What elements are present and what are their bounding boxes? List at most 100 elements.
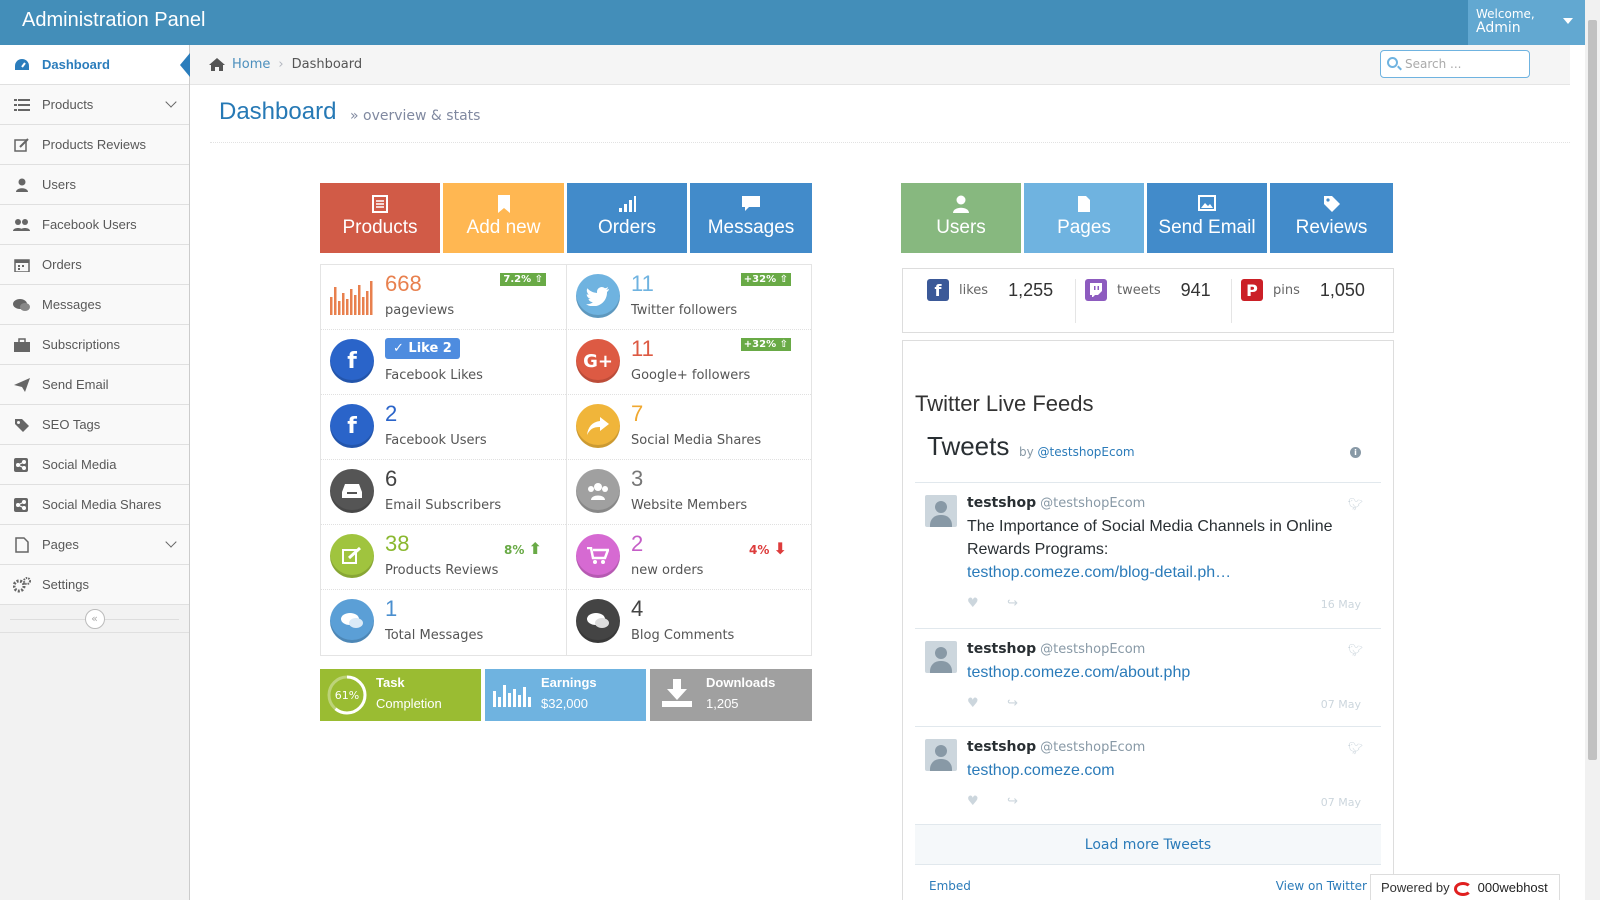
sidebar-item-seo-tags[interactable]: SEO Tags <box>0 405 189 445</box>
search-input[interactable]: Search ... <box>1380 50 1530 78</box>
sidebar-item-settings[interactable]: Settings <box>0 565 189 605</box>
timeline-title: Tweets <box>927 431 1010 461</box>
timeline-header: Tweets by @testshopEcom i <box>915 431 1381 483</box>
tweet-author[interactable]: testshop <box>967 495 1036 511</box>
twitter-feed-title: Twitter Live Feeds <box>915 391 1094 416</box>
sidebar-item-label: Messages <box>42 297 102 312</box>
avatar[interactable] <box>925 739 957 771</box>
tweet-author[interactable]: testshop <box>967 641 1036 657</box>
tweet-link[interactable]: testhop.comeze.com/about.php <box>967 661 1361 684</box>
infobox-title: Task <box>376 675 405 690</box>
stat-value: 11 <box>631 336 654 361</box>
tweet-handle[interactable]: @testshopEcom <box>1040 740 1145 755</box>
scrollbar-thumb[interactable] <box>1588 20 1597 760</box>
share-icon[interactable]: ↪ <box>1007 596 1018 611</box>
facebook-like-button[interactable]: ✓ Like 2 <box>385 338 460 359</box>
page-header: Dashboard » overview & stats <box>210 88 1570 143</box>
list-alt-icon <box>320 195 440 215</box>
navbar: Administration Panel Welcome, Admin <box>0 0 1585 45</box>
stat-badge: 7.2% ⇧ <box>500 273 546 286</box>
stat-label: Blog Comments <box>631 628 735 643</box>
shortcut-users-button[interactable]: Users <box>901 183 1021 253</box>
chevron-down-icon <box>165 536 177 548</box>
sidebar-item-products-reviews[interactable]: Products Reviews <box>0 125 189 165</box>
stat-label: Social Media Shares <box>631 433 762 448</box>
tweet-date[interactable]: 07 May <box>1321 796 1361 809</box>
share-arrow-icon <box>576 404 620 448</box>
tweet-handle[interactable]: @testshopEcom <box>1040 496 1145 511</box>
sidebar-item-pages[interactable]: Pages <box>0 525 189 565</box>
shortcut-send-email-button[interactable]: Send Email <box>1147 183 1267 253</box>
view-on-twitter-link[interactable]: View on Twitter <box>1276 879 1367 893</box>
load-more-tweets-button[interactable]: Load more Tweets <box>915 825 1381 865</box>
app-title[interactable]: Administration Panel <box>22 9 205 32</box>
page-subtitle: » overview & stats <box>350 108 481 124</box>
user-menu[interactable]: Welcome, Admin <box>1468 0 1585 45</box>
sidebar-item-social-media[interactable]: Social Media <box>0 445 189 485</box>
webhost-logo-icon <box>1453 881 1472 896</box>
social-pins[interactable]: P pins 1,050 <box>1241 279 1365 301</box>
shortcut-pages-button[interactable]: Pages <box>1024 183 1144 253</box>
twitter-bird-icon[interactable]: 🐦︎ <box>1348 643 1363 657</box>
shortcut-messages-button[interactable]: Messages <box>690 183 812 253</box>
stat-value: 38 <box>385 531 410 556</box>
sidebar-item-social-media-shares[interactable]: Social Media Shares <box>0 485 189 525</box>
timeline-handle-link[interactable]: @testshopEcom <box>1038 445 1135 459</box>
share-icon[interactable]: ↪ <box>1007 696 1018 711</box>
breadcrumb-home-link[interactable]: Home <box>232 57 270 72</box>
sidebar-item-messages[interactable]: Messages <box>0 285 189 325</box>
tweet-date[interactable]: 07 May <box>1321 698 1361 711</box>
users-icon <box>12 217 32 233</box>
sidebar-item-users[interactable]: Users <box>0 165 189 205</box>
twitter-bird-icon[interactable]: 🐦︎ <box>1348 741 1363 755</box>
social-label: likes <box>959 282 989 298</box>
sidebar-item-label: Products <box>42 97 94 112</box>
tweet-link[interactable]: testhop.comeze.com/blog-detail.ph… <box>967 561 1361 584</box>
page-scrollbar[interactable] <box>1585 0 1600 900</box>
avatar[interactable] <box>925 641 957 673</box>
embed-link[interactable]: Embed <box>929 879 971 893</box>
shortcut-reviews-button[interactable]: Reviews <box>1270 183 1393 253</box>
sidebar-item-facebook-users[interactable]: Facebook Users <box>0 205 189 245</box>
info-icon[interactable]: i <box>1350 447 1361 458</box>
tweet-link[interactable]: testhop.comeze.com <box>967 759 1361 782</box>
tweet-handle[interactable]: @testshopEcom <box>1040 642 1145 657</box>
infobox-value: $32,000 <box>541 696 588 711</box>
sidebar-item-dashboard[interactable]: Dashboard <box>0 45 190 85</box>
share-icon[interactable]: ↪ <box>1007 794 1018 809</box>
like-heart-icon[interactable]: ♥ <box>967 794 979 809</box>
social-label: tweets <box>1117 282 1161 298</box>
tweet-date[interactable]: 16 May <box>1321 598 1361 611</box>
share-icon <box>12 497 32 513</box>
powered-by-badge[interactable]: Powered by 000webhost <box>1370 874 1560 900</box>
twitch-icon <box>1085 279 1107 301</box>
tweet-author[interactable]: testshop <box>967 739 1036 755</box>
tweet-actions: ♥ ↪ 07 May <box>967 684 1361 720</box>
like-heart-icon[interactable]: ♥ <box>967 696 979 711</box>
stat-label: Google+ followers <box>631 368 751 383</box>
like-heart-icon[interactable]: ♥ <box>967 596 979 611</box>
stat-badge: +32% ⇧ <box>740 273 791 286</box>
sidebar-item-label: Settings <box>42 577 89 592</box>
tweet-actions: ♥ ↪ 07 May <box>967 782 1361 818</box>
shortcut-add-new-button[interactable]: Add new <box>443 183 564 253</box>
social-tweets[interactable]: tweets 941 <box>1085 279 1211 301</box>
send-icon <box>12 377 32 393</box>
file-icon <box>12 536 32 553</box>
double-chevron-left-icon[interactable]: « <box>84 608 105 629</box>
stat-percent: 4% ⬇ <box>749 539 787 558</box>
sidebar-item-orders[interactable]: Orders <box>0 245 189 285</box>
sidebar-item-subscriptions[interactable]: Subscriptions <box>0 325 189 365</box>
social-likes[interactable]: f likes 1,255 <box>927 279 1053 301</box>
sidebar-item-label: Facebook Users <box>42 217 137 232</box>
twitter-feed-panel: Twitter Live Feeds Tweets by @testshopEc… <box>902 340 1394 900</box>
twitter-bird-icon[interactable]: 🐦︎ <box>1348 497 1363 511</box>
stats-grid: 668 pageviews 7.2% ⇧ 11 Twitter follower… <box>320 264 812 656</box>
sidebar-item-send-email[interactable]: Send Email <box>0 365 189 405</box>
shortcut-orders-button[interactable]: Orders <box>567 183 687 253</box>
avatar[interactable] <box>925 495 957 527</box>
infobox-title: Downloads <box>706 675 776 690</box>
sidebar-item-products[interactable]: Products <box>0 85 189 125</box>
tweet-item: testshop @testshopEcom testhop.comeze.com… <box>915 727 1381 825</box>
shortcut-products-button[interactable]: Products <box>320 183 440 253</box>
